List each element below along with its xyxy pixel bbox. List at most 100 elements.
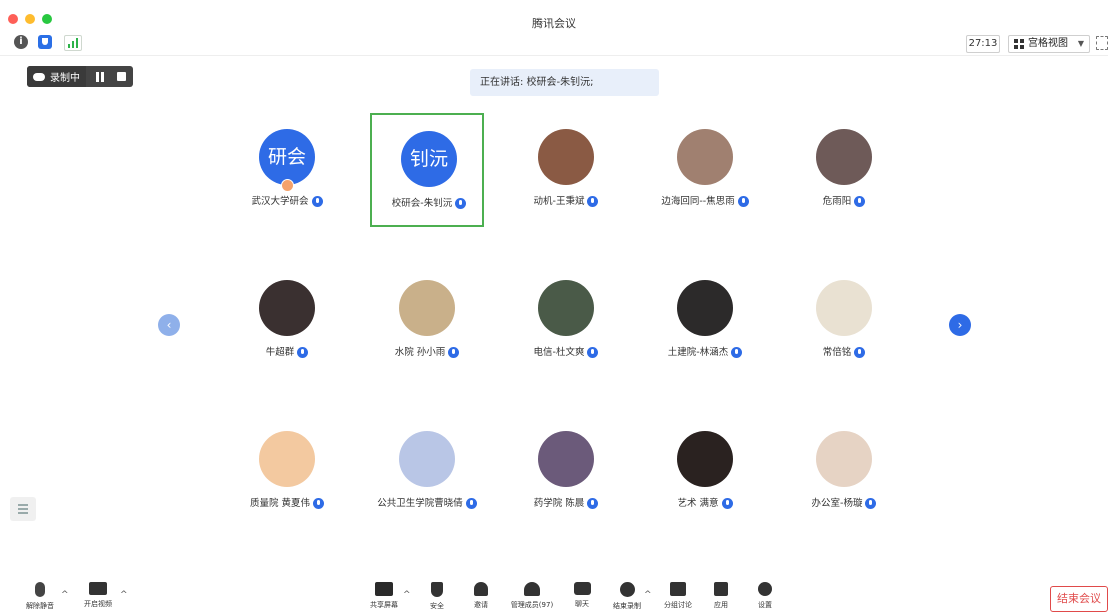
cloud-icon: [33, 72, 45, 81]
shield-icon: [431, 582, 443, 597]
member-list-icon[interactable]: [10, 497, 36, 521]
participant-name-label: 牛超群: [265, 347, 295, 358]
participant-tile[interactable]: 土建院-林涵杰: [648, 264, 762, 378]
participant-name-label: 艺术 满意: [677, 498, 719, 509]
microphone-muted-icon: [35, 582, 45, 597]
video-options-caret[interactable]: ^: [120, 590, 128, 600]
meeting-info-bar: i 27:13 宫格视图 ▼: [0, 33, 1108, 56]
settings-button[interactable]: 设置: [735, 582, 795, 610]
participant-name-label: 校研会-朱钊沅: [391, 198, 453, 209]
microphone-icon: [455, 198, 467, 209]
avatar: [677, 431, 733, 487]
fullscreen-icon[interactable]: [1096, 36, 1108, 50]
end-meeting-button[interactable]: 结束会议: [1050, 586, 1108, 612]
network-signal-icon[interactable]: [64, 35, 82, 51]
start-video-button[interactable]: 开启视频: [68, 582, 128, 609]
info-icon[interactable]: i: [14, 35, 28, 49]
meeting-timer: 27:13: [966, 35, 1000, 53]
avatar: [538, 431, 594, 487]
participant-name-label: 药学院 陈晨: [533, 498, 585, 509]
microphone-icon: [854, 347, 866, 358]
participant-tile[interactable]: 危雨阳: [787, 113, 901, 227]
participant-name-label: 质量院 黄夏伟: [249, 498, 311, 509]
microphone-icon: [587, 498, 599, 509]
next-page-button[interactable]: ›: [949, 314, 971, 336]
chevron-down-icon: ▼: [1077, 39, 1084, 48]
start-video-label: 开启视频: [84, 600, 112, 608]
microphone-icon: [865, 498, 877, 509]
chat-icon: [573, 582, 591, 595]
avatar: [677, 129, 733, 185]
title-bar: 腾讯会议: [0, 0, 1108, 36]
participant-name: 办公室-杨璇: [757, 495, 931, 509]
stop-recording-button[interactable]: [117, 72, 126, 81]
view-mode-dropdown[interactable]: 宫格视图 ▼: [1008, 35, 1090, 53]
microphone-icon: [587, 347, 599, 358]
participant-name-label: 边海回同--焦思雨: [661, 196, 735, 207]
participant-name-label: 动机-王秉斌: [533, 196, 585, 207]
avatar: [259, 280, 315, 336]
participant-tile[interactable]: 艺术 满意: [648, 415, 762, 529]
participant-tile[interactable]: 水院 孙小雨: [370, 264, 484, 378]
speaking-banner: 正在讲话: 校研会-朱钊沅;: [470, 69, 659, 96]
participant-tile[interactable]: 电信-杜文爽: [509, 264, 623, 378]
avatar: 钊沅: [401, 131, 457, 187]
participant-tile[interactable]: 研会 武汉大学研会: [230, 113, 344, 227]
microphone-icon: [465, 498, 477, 509]
invite-user-icon: [474, 582, 488, 596]
camera-off-icon: [89, 582, 107, 595]
members-icon: [524, 582, 540, 596]
microphone-icon: [313, 498, 325, 509]
avatar: [816, 129, 872, 185]
participant-name-label: 公共卫生学院曹晓倩: [377, 498, 463, 509]
recording-controls: 录制中: [27, 66, 133, 87]
participant-tile[interactable]: 质量院 黄夏伟: [230, 415, 344, 529]
recording-status: 录制中: [27, 66, 86, 87]
pause-recording-button[interactable]: [95, 71, 105, 82]
participant-name-label: 电信-杜文爽: [533, 347, 585, 358]
participant-tile[interactable]: 常倍铭: [787, 264, 901, 378]
gear-icon: [758, 582, 772, 596]
participant-name-label: 水院 孙小雨: [394, 347, 446, 358]
microphone-icon: [587, 196, 599, 207]
participant-tile[interactable]: 牛超群: [230, 264, 344, 378]
host-badge-icon: [281, 179, 294, 192]
avatar: [259, 431, 315, 487]
previous-page-button[interactable]: ‹: [158, 314, 180, 336]
participant-tile[interactable]: 药学院 陈晨: [509, 415, 623, 529]
bottom-toolbar: 解除静音 ^ 开启视频 ^ 共享屏幕 ^ 安全 邀请 管理成员(97) 聊天 结…: [0, 578, 1108, 614]
microphone-icon: [721, 498, 733, 509]
participant-tile[interactable]: 办公室-杨璇: [787, 415, 901, 529]
unmute-label: 解除静音: [26, 602, 54, 610]
shield-icon[interactable]: [38, 35, 52, 49]
participant-tile[interactable]: 边海回同--焦思雨: [648, 113, 762, 227]
participant-name-label: 常倍铭: [822, 347, 852, 358]
participant-name: 危雨阳: [757, 193, 931, 207]
avatar: [816, 431, 872, 487]
settings-label: 设置: [758, 601, 772, 609]
participant-tile[interactable]: 钊沅校研会-朱钊沅: [370, 113, 484, 227]
participant-tile[interactable]: 动机-王秉斌: [509, 113, 623, 227]
microphone-icon: [854, 196, 866, 207]
microphone-icon: [448, 347, 460, 358]
share-screen-label: 共享屏幕: [370, 601, 398, 609]
share-screen-icon: [375, 582, 393, 596]
microphone-icon: [731, 347, 743, 358]
breakout-rooms-icon: [670, 582, 686, 596]
apps-icon: [714, 582, 728, 596]
participant-name-label: 武汉大学研会: [251, 196, 309, 207]
view-mode-label: 宫格视图: [1028, 38, 1068, 49]
avatar: [538, 280, 594, 336]
participant-name-label: 危雨阳: [822, 196, 852, 207]
avatar: [677, 280, 733, 336]
grid-view-icon: [1014, 39, 1024, 49]
participant-tile[interactable]: 公共卫生学院曹晓倩: [370, 415, 484, 529]
microphone-icon: [311, 196, 323, 207]
participant-name: 常倍铭: [757, 344, 931, 358]
avatar: [816, 280, 872, 336]
participant-name-label: 办公室-杨璇: [811, 498, 863, 509]
recording-status-label: 录制中: [50, 73, 80, 84]
avatar: [399, 431, 455, 487]
microphone-icon: [737, 196, 749, 207]
participant-name-label: 土建院-林涵杰: [667, 347, 729, 358]
